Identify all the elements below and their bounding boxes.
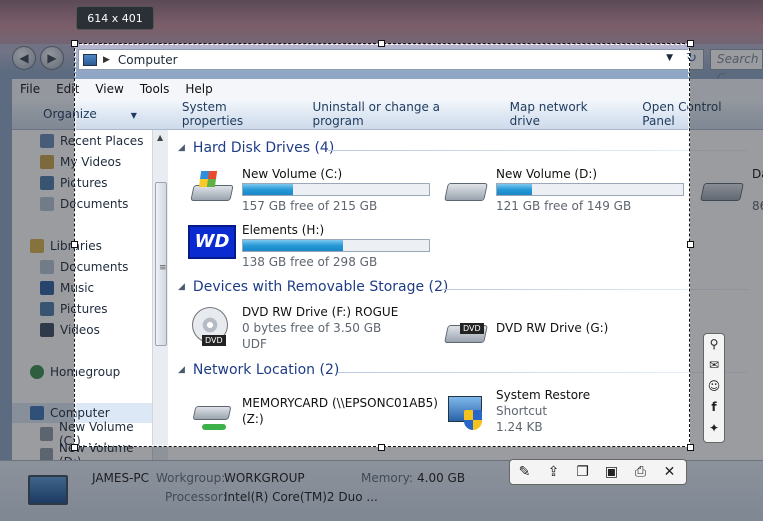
copy-icon[interactable]: ❐ (568, 464, 597, 480)
upload-icon[interactable]: ⇪ (539, 464, 568, 480)
share-toolbar: ⚲ ✉ ☺ f ✦ (703, 333, 725, 443)
resize-handle[interactable] (378, 40, 385, 47)
resize-handle[interactable] (687, 444, 694, 451)
selection-size-label: 614 x 401 (76, 6, 154, 30)
reddit-icon[interactable]: ☺ (704, 376, 724, 397)
resize-handle[interactable] (71, 40, 78, 47)
facebook-icon[interactable]: f (704, 397, 724, 418)
search-icon[interactable]: ⚲ (704, 334, 724, 355)
resize-handle[interactable] (71, 444, 78, 451)
overlay-dim (0, 43, 74, 447)
resize-handle[interactable] (687, 40, 694, 47)
resize-handle[interactable] (71, 241, 78, 248)
resize-handle[interactable] (378, 444, 385, 451)
capture-toolbar: ✎ ⇪ ❐ ▣ ⎙ ✕ (509, 459, 687, 485)
mail-icon[interactable]: ✉ (704, 355, 724, 376)
selection-frame[interactable] (74, 43, 690, 447)
close-icon[interactable]: ✕ (655, 464, 684, 480)
pencil-icon[interactable]: ✎ (510, 464, 539, 480)
overlay-dim (690, 43, 763, 447)
resize-handle[interactable] (687, 241, 694, 248)
print-icon[interactable]: ⎙ (626, 464, 655, 480)
twitter-icon[interactable]: ✦ (704, 418, 724, 439)
save-icon[interactable]: ▣ (597, 464, 626, 480)
